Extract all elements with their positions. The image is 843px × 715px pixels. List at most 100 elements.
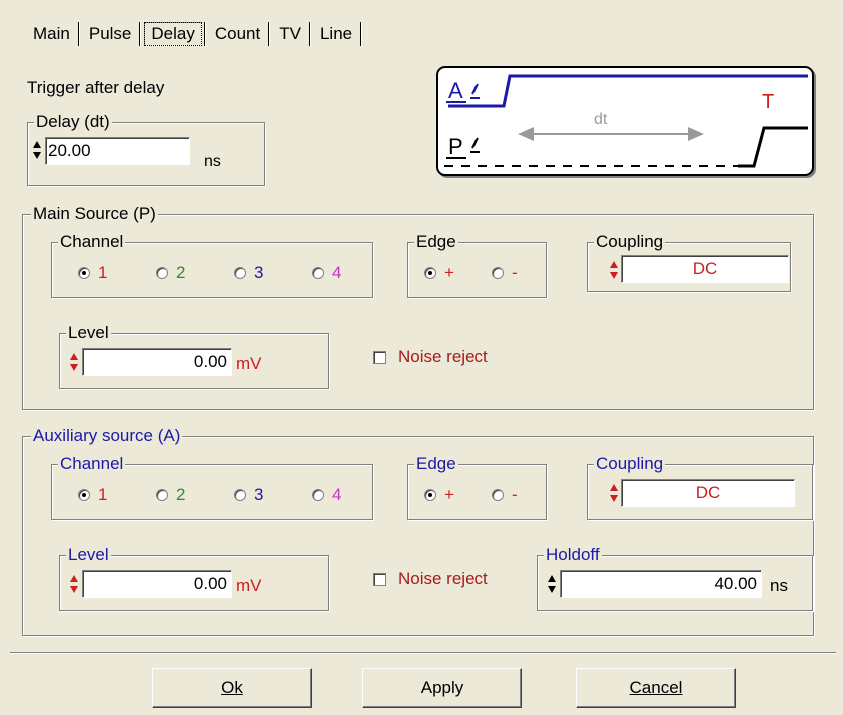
aux-edge-group: Edge + -	[407, 454, 547, 520]
ok-button[interactable]: Ok	[152, 668, 312, 708]
apply-button-label: Apply	[420, 678, 464, 697]
aux-holdoff-spinner[interactable]	[548, 574, 557, 594]
main-channel-2-radio[interactable]: 2	[156, 263, 185, 283]
main-edge-plus-label: +	[444, 263, 454, 282]
main-channel-4-radio[interactable]: 4	[312, 263, 341, 283]
delay-unit: ns	[204, 153, 221, 170]
cancel-button-label: Cancel	[629, 678, 683, 697]
tab-divider	[268, 22, 270, 46]
tab-pulse[interactable]: Pulse	[83, 23, 138, 45]
tab-divider	[203, 22, 205, 46]
aux-channel-3-radio[interactable]: 3	[234, 485, 263, 505]
aux-holdoff-unit: ns	[770, 576, 788, 595]
radio-circle[interactable]	[424, 267, 436, 279]
tab-divider	[139, 22, 141, 46]
tab-tv[interactable]: TV	[273, 23, 307, 45]
main-channel-1-radio[interactable]: 1	[78, 263, 107, 283]
main-edge-label: Edge	[414, 232, 458, 252]
aux-edge-minus-label: -	[512, 485, 518, 504]
delay-spinner[interactable]	[33, 140, 42, 160]
aux-edge-label: Edge	[414, 454, 458, 474]
aux-edge-minus-radio[interactable]: -	[492, 485, 518, 505]
radio-circle[interactable]	[78, 267, 90, 279]
p-signal-label: P	[448, 134, 463, 159]
aux-coupling-group: Coupling DC	[587, 454, 813, 520]
aux-channel-2-radio[interactable]: 2	[156, 485, 185, 505]
p-edge-icon	[470, 137, 480, 153]
aux-level-input[interactable]: 0.00	[82, 570, 232, 598]
main-channel-1-label: 1	[98, 263, 108, 282]
tab-delay[interactable]: Delay	[144, 22, 202, 46]
aux-holdoff-input[interactable]: 40.00	[560, 570, 762, 598]
main-coupling-value[interactable]: DC	[621, 255, 789, 283]
aux-noise-reject-label: Noise reject	[398, 569, 488, 588]
trigger-marker: T	[762, 91, 774, 113]
aux-level-unit: mV	[236, 576, 262, 595]
main-edge-minus-label: -	[512, 263, 518, 282]
main-level-input[interactable]: 0.00	[82, 348, 232, 376]
dt-arrow-right	[688, 127, 704, 141]
aux-source-group: Auxiliary source (A) Channel 1 2 3 4 Edg…	[22, 426, 814, 636]
aux-channel-group: Channel 1 2 3 4	[51, 454, 373, 520]
radio-circle[interactable]	[234, 267, 246, 279]
main-channel-4-label: 4	[332, 263, 342, 282]
dt-label: dt	[594, 111, 608, 128]
delay-input[interactable]: 20.00	[45, 137, 190, 165]
aux-edge-plus-radio[interactable]: +	[424, 485, 454, 505]
main-channel-3-label: 3	[254, 263, 264, 282]
main-noise-reject-checkbox[interactable]: Noise reject	[373, 347, 488, 367]
aux-coupling-value[interactable]: DC	[621, 479, 795, 507]
timing-diagram: A dt P T	[436, 66, 814, 176]
aux-channel-2-label: 2	[176, 485, 186, 504]
aux-holdoff-label: Holdoff	[544, 545, 602, 565]
radio-circle[interactable]	[78, 489, 90, 501]
radio-circle[interactable]	[234, 489, 246, 501]
aux-channel-4-radio[interactable]: 4	[312, 485, 341, 505]
main-level-spinner[interactable]	[70, 352, 79, 372]
aux-source-label: Auxiliary source (A)	[31, 426, 183, 446]
radio-circle[interactable]	[312, 489, 324, 501]
tab-main[interactable]: Main	[27, 23, 76, 45]
tab-divider	[360, 22, 362, 46]
main-channel-2-label: 2	[176, 263, 186, 282]
main-channel-3-radio[interactable]: 3	[234, 263, 263, 283]
radio-circle[interactable]	[492, 489, 504, 501]
tab-strip: Main Pulse Delay Count TV Line	[27, 22, 365, 46]
cancel-button[interactable]: Cancel	[576, 668, 736, 708]
aux-level-spinner[interactable]	[70, 574, 79, 594]
aux-channel-1-radio[interactable]: 1	[78, 485, 107, 505]
main-noise-reject-label: Noise reject	[398, 347, 488, 366]
radio-circle[interactable]	[156, 489, 168, 501]
main-edge-minus-radio[interactable]: -	[492, 263, 518, 283]
aux-level-label: Level	[66, 545, 111, 565]
a-edge-icon	[470, 83, 480, 99]
aux-coupling-spinner[interactable]	[610, 483, 619, 503]
tab-divider	[308, 22, 310, 46]
tab-line[interactable]: Line	[314, 23, 358, 45]
delay-group-label: Delay (dt)	[34, 112, 112, 132]
tab-count[interactable]: Count	[209, 23, 266, 45]
main-edge-plus-radio[interactable]: +	[424, 263, 454, 283]
main-coupling-spinner[interactable]	[610, 260, 619, 280]
timing-diagram-svg: A dt P T	[444, 74, 808, 168]
checkbox-box[interactable]	[373, 350, 386, 364]
main-channel-group: Channel 1 2 3 4	[51, 232, 373, 298]
radio-circle[interactable]	[492, 267, 504, 279]
main-coupling-group: Coupling DC	[587, 232, 791, 292]
button-divider	[10, 652, 836, 653]
checkbox-box[interactable]	[373, 572, 386, 586]
aux-holdoff-group: Holdoff 40.00 ns	[537, 545, 813, 611]
radio-circle[interactable]	[156, 267, 168, 279]
p-waveform-high	[738, 126, 808, 168]
main-level-group: Level 0.00 mV	[59, 323, 329, 389]
main-source-label: Main Source (P)	[31, 204, 158, 224]
a-waveform	[448, 74, 808, 108]
radio-circle[interactable]	[312, 267, 324, 279]
radio-circle[interactable]	[424, 489, 436, 501]
apply-button[interactable]: Apply	[362, 668, 522, 708]
aux-edge-plus-label: +	[444, 485, 454, 504]
ok-button-label: Ok	[221, 678, 243, 697]
aux-noise-reject-checkbox[interactable]: Noise reject	[373, 569, 488, 589]
main-edge-group: Edge + -	[407, 232, 547, 298]
a-signal-label: A	[448, 78, 463, 103]
